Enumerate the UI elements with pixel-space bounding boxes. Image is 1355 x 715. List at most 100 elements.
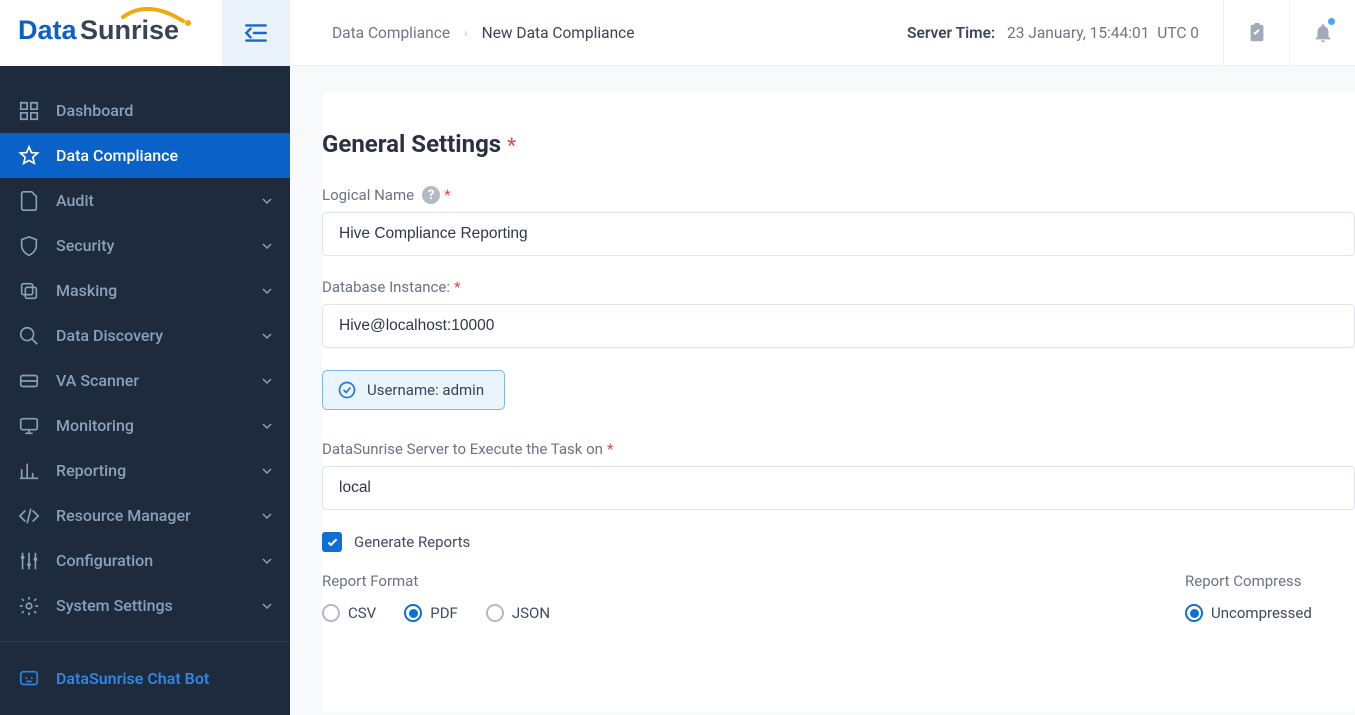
sidebar-item-monitoring[interactable]: Monitoring [0,403,290,448]
sidebar-item-audit[interactable]: Audit [0,178,290,223]
username-chip-label: Username: admin [367,381,484,399]
collapse-icon [242,20,270,46]
radio-icon [486,604,504,622]
notification-dot-icon [1328,18,1335,25]
logo[interactable]: Data Sunrise [0,0,222,66]
radio-label: Uncompressed [1211,604,1312,622]
notifications-button[interactable] [1289,0,1355,66]
sidebar-item-label: VA Scanner [56,371,139,390]
section-title: General Settings * [322,130,1355,158]
sidebar-item-dashboard[interactable]: Dashboard [0,88,290,133]
required-indicator: * [454,278,460,296]
chevron-down-icon [262,376,272,386]
breadcrumb-separator-icon: › [464,26,468,40]
help-icon[interactable]: ? [422,186,440,204]
header-icons [1223,0,1355,66]
svg-text:Sunrise: Sunrise [80,15,179,45]
check-circle-icon [337,380,357,400]
field-db-instance: Database Instance:* [322,278,1355,348]
nav: Dashboard Data Compliance Audit Security… [0,66,290,641]
server-exec-label: DataSunrise Server to Execute the Task o… [322,440,1355,458]
shield-icon [18,235,40,257]
report-format-radios: CSV PDF JSON [322,604,1185,622]
generate-reports-checkbox[interactable]: Generate Reports [322,532,1355,552]
radio-label: CSV [348,604,376,622]
panel: General Settings * Logical Name ? * Data… [322,92,1355,712]
logical-name-label: Logical Name ? * [322,186,1355,204]
dashboard-icon [18,100,40,122]
radio-label: JSON [512,604,550,622]
chevron-down-icon [262,241,272,251]
search-icon [18,325,40,347]
report-compress-col: Report Compress Uncompressed [1185,572,1355,622]
generate-reports-label: Generate Reports [354,533,470,551]
sidebar-item-system-settings[interactable]: System Settings [0,583,290,628]
sidebar-item-data-compliance[interactable]: Data Compliance [0,133,290,178]
scanner-icon [18,370,40,392]
checkbox-checked-icon [322,532,342,552]
sidebar-item-reporting[interactable]: Reporting [0,448,290,493]
radio-label: PDF [430,604,458,622]
radio-csv[interactable]: CSV [322,604,376,622]
tasks-button[interactable] [1223,0,1289,66]
sidebar-item-data-discovery[interactable]: Data Discovery [0,313,290,358]
report-compress-radios: Uncompressed [1185,604,1335,622]
breadcrumb-current: New Data Compliance [482,24,635,42]
bell-icon [1312,22,1334,44]
sidebar-item-va-scanner[interactable]: VA Scanner [0,358,290,403]
chart-icon [18,460,40,482]
radio-pdf[interactable]: PDF [404,604,458,622]
chevron-down-icon [262,331,272,341]
chevron-down-icon [262,286,272,296]
server-exec-input[interactable] [322,466,1355,510]
breadcrumb-parent[interactable]: Data Compliance [332,24,450,42]
svg-text:Data: Data [18,15,78,45]
chat-icon [18,668,40,690]
sidebar-item-security[interactable]: Security [0,223,290,268]
radio-icon [322,604,340,622]
sidebar-item-resource-manager[interactable]: Resource Manager [0,493,290,538]
sidebar-item-configuration[interactable]: Configuration [0,538,290,583]
monitor-icon [18,415,40,437]
radio-json[interactable]: JSON [486,604,550,622]
chevron-down-icon [262,421,272,431]
label-text: DataSunrise Server to Execute the Task o… [322,440,603,458]
server-time-utc: UTC 0 [1157,24,1199,42]
server-time-value: 23 January, 15:44:01 [1007,24,1149,42]
username-chip[interactable]: Username: admin [322,370,505,410]
chatbot-button[interactable]: DataSunrise Chat Bot [0,641,290,715]
sidebar-collapse-button[interactable] [222,0,290,66]
sidebar-item-label: Dashboard [56,101,133,120]
code-icon [18,505,40,527]
breadcrumb: Data Compliance › New Data Compliance [290,24,907,42]
chevron-down-icon [262,556,272,566]
chevron-down-icon [262,466,272,476]
report-compress-label: Report Compress [1185,572,1335,590]
sidebar-item-label: Masking [56,281,117,300]
section-title-text: General Settings [322,130,501,158]
sidebar-item-label: Reporting [56,461,126,480]
header: Data Sunrise Data Compliance › New Data … [0,0,1355,66]
logical-name-input[interactable] [322,212,1355,256]
report-format-label: Report Format [322,572,1185,590]
radio-checked-icon [404,604,422,622]
required-indicator: * [507,133,516,157]
logo-image: Data Sunrise [18,7,198,45]
required-indicator: * [444,186,450,204]
sidebar-item-label: Data Discovery [56,326,163,345]
chevron-down-icon [262,601,272,611]
db-instance-input[interactable] [322,304,1355,348]
sidebar-item-masking[interactable]: Masking [0,268,290,313]
chatbot-label: DataSunrise Chat Bot [56,669,209,688]
sidebar-item-label: Configuration [56,551,153,570]
radio-checked-icon [1185,604,1203,622]
db-instance-label: Database Instance:* [322,278,1355,296]
sidebar-item-label: Resource Manager [56,506,191,525]
sidebar-item-label: Audit [56,191,94,210]
report-format-col: Report Format CSV PDF JSON [322,572,1185,622]
required-indicator: * [607,440,613,458]
gear-icon [18,595,40,617]
sliders-icon [18,550,40,572]
star-icon [18,145,40,167]
radio-uncompressed[interactable]: Uncompressed [1185,604,1312,622]
